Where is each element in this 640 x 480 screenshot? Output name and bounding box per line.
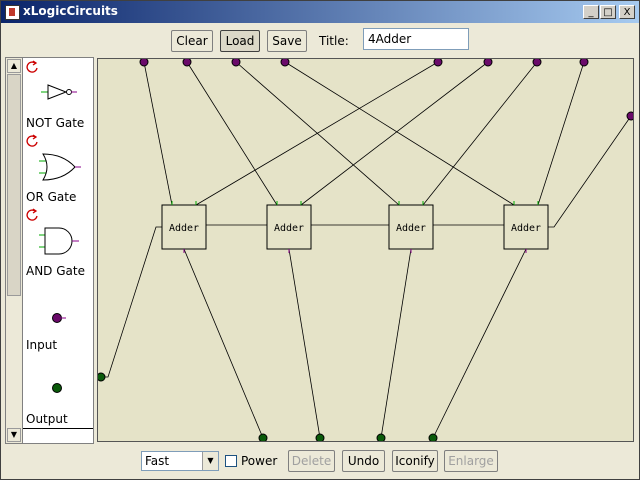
and-gate-icon bbox=[39, 227, 79, 255]
palette-scrollbar[interactable]: ▲ ▼ bbox=[6, 58, 23, 443]
wire bbox=[300, 61, 489, 206]
or-gate-icon bbox=[39, 153, 81, 181]
palette-item-input[interactable]: Input bbox=[23, 280, 93, 355]
adder-label: Adder bbox=[511, 223, 541, 234]
delete-button[interactable]: Delete bbox=[288, 450, 335, 472]
output-node-icon bbox=[52, 383, 62, 393]
palette-label: Output bbox=[26, 412, 68, 426]
circuit-diagram[interactable]: Adder Adder Adder Adder bbox=[98, 59, 633, 441]
power-label: Power bbox=[241, 454, 278, 468]
palette-item-output[interactable]: Output bbox=[23, 354, 93, 429]
wire bbox=[183, 248, 264, 439]
output-node[interactable] bbox=[376, 433, 386, 441]
clear-button[interactable]: Clear bbox=[171, 30, 213, 52]
rotate-icon[interactable] bbox=[25, 208, 39, 222]
scroll-up-icon[interactable]: ▲ bbox=[7, 59, 21, 73]
wire bbox=[101, 226, 162, 378]
output-node[interactable] bbox=[98, 372, 106, 382]
output-node[interactable] bbox=[315, 433, 325, 441]
rotate-icon[interactable] bbox=[25, 134, 39, 148]
adder-label: Adder bbox=[169, 223, 199, 234]
output-node[interactable] bbox=[258, 433, 268, 441]
component-palette: ▲ ▼ NOT Gate OR Gate AND Gate Input Outp… bbox=[5, 57, 94, 444]
speed-select[interactable]: Fast ▼ bbox=[141, 451, 219, 471]
input-node[interactable] bbox=[280, 59, 290, 67]
input-node-icon bbox=[52, 313, 66, 323]
wire bbox=[537, 61, 585, 206]
adder-label: Adder bbox=[396, 223, 426, 234]
input-node[interactable] bbox=[532, 59, 542, 67]
save-button[interactable]: Save bbox=[267, 30, 307, 52]
title-input[interactable]: 4Adder bbox=[363, 28, 469, 50]
iconify-button[interactable]: Iconify bbox=[392, 450, 438, 472]
wire bbox=[380, 248, 412, 439]
title-label: Title: bbox=[319, 34, 349, 48]
minimize-button[interactable]: _ bbox=[583, 5, 599, 19]
undo-button[interactable]: Undo bbox=[342, 450, 385, 472]
input-node[interactable] bbox=[139, 59, 149, 67]
input-node[interactable] bbox=[483, 59, 493, 67]
palette-label: AND Gate bbox=[26, 264, 85, 278]
wire bbox=[432, 248, 527, 439]
input-node[interactable] bbox=[182, 59, 192, 67]
input-node[interactable] bbox=[626, 111, 633, 121]
input-node[interactable] bbox=[433, 59, 443, 67]
scroll-thumb[interactable] bbox=[7, 74, 21, 296]
palette-item-and-gate[interactable]: AND Gate bbox=[23, 206, 93, 281]
title-bar: xLogicCircuits _ □ X bbox=[1, 1, 639, 23]
palette-label: NOT Gate bbox=[26, 116, 85, 130]
scroll-down-icon[interactable]: ▼ bbox=[7, 428, 21, 442]
wire bbox=[548, 115, 632, 228]
maximize-button[interactable]: □ bbox=[600, 5, 616, 19]
close-button[interactable]: X bbox=[619, 5, 635, 19]
power-checkbox[interactable] bbox=[225, 455, 237, 467]
circuit-canvas[interactable]: Adder Adder Adder Adder bbox=[97, 58, 634, 442]
adder-label: Adder bbox=[274, 223, 304, 234]
wire bbox=[143, 61, 173, 206]
palette-label: OR Gate bbox=[26, 190, 77, 204]
chevron-down-icon[interactable]: ▼ bbox=[202, 452, 218, 470]
palette-item-or-gate[interactable]: OR Gate bbox=[23, 132, 93, 207]
rotate-icon[interactable] bbox=[25, 60, 39, 74]
palette-label: Input bbox=[26, 338, 58, 352]
app-window: xLogicCircuits _ □ X Clear Load Save Tit… bbox=[0, 0, 640, 480]
load-button[interactable]: Load bbox=[220, 30, 260, 52]
input-node[interactable] bbox=[579, 59, 589, 67]
window-title: xLogicCircuits bbox=[23, 4, 118, 18]
output-node[interactable] bbox=[428, 433, 438, 441]
palette-item-not-gate[interactable]: NOT Gate bbox=[23, 58, 93, 133]
input-node[interactable] bbox=[231, 59, 241, 67]
speed-value: Fast bbox=[145, 454, 170, 468]
app-icon bbox=[5, 5, 20, 20]
wire bbox=[288, 248, 321, 439]
enlarge-button[interactable]: Enlarge bbox=[444, 450, 498, 472]
not-gate-icon bbox=[41, 84, 77, 100]
